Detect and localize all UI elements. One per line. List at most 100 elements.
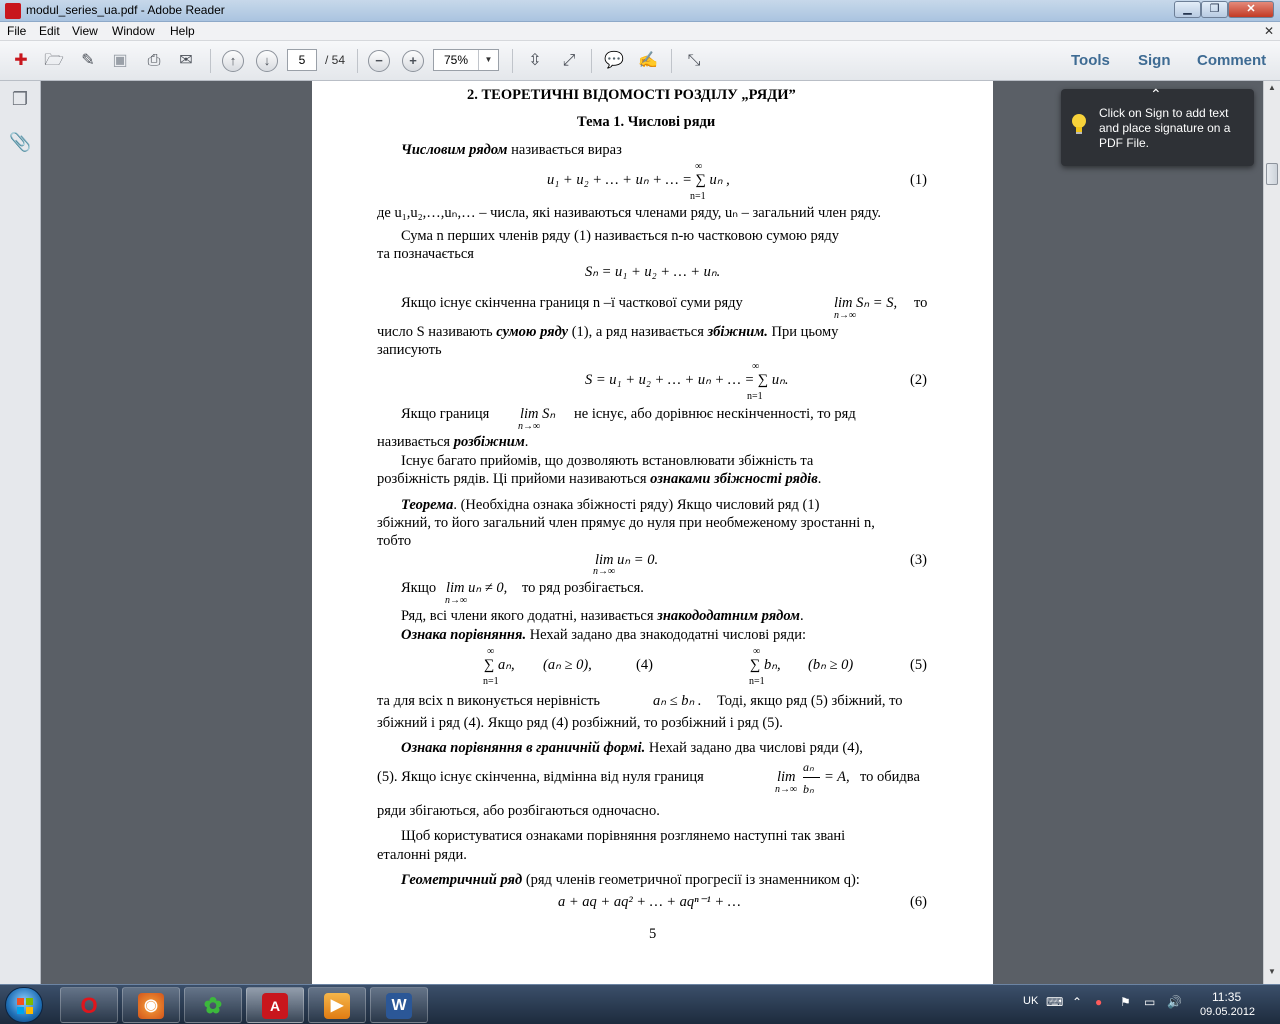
text: то <box>914 295 928 311</box>
taskbar-adobe-reader[interactable]: A <box>246 987 304 1023</box>
start-button[interactable] <box>5 987 43 1023</box>
taskbar-opera[interactable]: O <box>60 987 118 1023</box>
text: (ряд членів геометричної прогресії із зн… <box>522 872 860 888</box>
sum-lower-limit: n=1 <box>690 191 706 202</box>
menu-window[interactable]: Window <box>112 24 155 38</box>
previous-page-icon[interactable]: ↑ <box>222 50 244 72</box>
scroll-down-icon[interactable]: ▼ <box>1266 967 1278 981</box>
opera-icon: O <box>80 993 98 1018</box>
text: Ряд, всі члени якого додатні, називаєтьс… <box>401 608 658 624</box>
term: знакододатним рядом <box>657 608 800 624</box>
word-icon: W <box>386 993 412 1019</box>
title-bar: modul_series_ua.pdf - Adobe Reader ▁ ❐ ✕ <box>0 0 1280 22</box>
chevron-up-icon[interactable]: ⌃ <box>1072 995 1082 1009</box>
keyboard-icon[interactable]: ⌨ <box>1046 995 1063 1009</box>
close-button[interactable]: ✕ <box>1228 1 1274 18</box>
volume-icon[interactable]: 🔊 <box>1167 995 1182 1009</box>
equation-number: (5) <box>910 657 927 673</box>
create-pdf-icon[interactable]: ✚ <box>9 50 33 72</box>
fit-width-icon[interactable]: ⤢ <box>557 50 581 72</box>
menu-help[interactable]: Help <box>170 24 195 38</box>
menu-edit[interactable]: Edit <box>39 24 60 38</box>
topic-heading: Тема 1. Числові ряди <box>577 114 716 130</box>
text: . (Необхідна ознака збіжності ряду) Якщо… <box>453 497 820 513</box>
fit-page-icon[interactable]: ⇳ <box>523 50 547 72</box>
paragraph-9: Ряд, всі члени якого додатні, називаєтьс… <box>401 608 804 625</box>
fraction-bar <box>803 777 820 778</box>
minimize-button[interactable]: ▁ <box>1174 1 1201 18</box>
sign-button[interactable]: Sign <box>1138 52 1171 69</box>
clock-date[interactable]: 09.05.2012 <box>1200 1006 1255 1018</box>
paragraph-13-line-1: Щоб користуватися ознаками порівняння ро… <box>401 828 846 844</box>
vertical-scrollbar[interactable]: ▲ ▼ <box>1263 81 1280 984</box>
paragraph-6-line-1: Існує багато прийомів, що дозволяють вст… <box>401 453 814 469</box>
text: . <box>817 471 822 487</box>
print-icon[interactable]: ⎙ <box>142 50 166 72</box>
lightbulb-icon <box>1072 114 1086 134</box>
equation-1: u₁ + u₂ + … + uₙ + … = ∑ uₙ , <box>547 172 730 188</box>
icq-flower-icon: ✿ <box>203 993 223 1018</box>
taskbar-media-player[interactable]: ▶ <box>308 987 366 1023</box>
action-center-flag-icon[interactable]: ⚑ <box>1120 995 1131 1009</box>
clock-time[interactable]: 11:35 <box>1212 990 1241 1004</box>
taskbar: O ◉ ✿ A ▶ W <box>0 984 1280 1024</box>
taskbar-firefox[interactable]: ◉ <box>122 987 180 1023</box>
term: ознаками збіжності рядів <box>650 471 818 487</box>
zoom-out-icon[interactable]: − <box>368 50 390 72</box>
page-thumbnails-icon[interactable]: ❐ <box>9 89 31 113</box>
paragraph-13-line-2: еталонні ряди. <box>377 847 467 863</box>
tooltip-text: Click on Sign to add text and place sign… <box>1099 106 1231 150</box>
section-heading: 2. ТЕОРЕТИЧНІ ВІДОМОСТІ РОЗДІЛУ „РЯДИ” <box>467 87 796 103</box>
text: та для всіх n виконується нерівність <box>377 693 601 709</box>
save-icon[interactable]: ▣ <box>108 50 132 72</box>
paragraph-1: Числовим рядом називається вираз <box>401 142 622 159</box>
attachments-icon[interactable]: 📎 <box>9 132 31 156</box>
taskbar-icq[interactable]: ✿ <box>184 987 242 1023</box>
sum-lower-limit: n=1 <box>483 676 499 687</box>
menu-file[interactable]: File <box>7 24 26 38</box>
equation-4-condition: (aₙ ≥ 0), <box>543 657 592 673</box>
paragraph-5-line-2: називається розбіжним. <box>377 434 528 451</box>
toolbar-separator <box>512 49 513 73</box>
next-page-icon[interactable]: ↓ <box>256 50 278 72</box>
firefox-icon: ◉ <box>138 993 164 1019</box>
limit-value: = A, <box>824 769 850 785</box>
text: (1), а ряд називається <box>568 324 708 340</box>
paragraph-7-line-1: Теорема. (Необхідна ознака збіжності ряд… <box>401 497 819 514</box>
restore-button[interactable]: ❐ <box>1201 1 1228 18</box>
paragraph-6-line-2: розбіжність рядів. Ці прийоми називаютьс… <box>377 471 821 488</box>
edit-document-icon[interactable]: ✎ <box>76 50 100 72</box>
menu-view[interactable]: View <box>72 24 98 38</box>
chevron-down-icon[interactable]: ▼ <box>478 50 498 70</box>
page-number-input[interactable]: 5 <box>287 49 317 71</box>
sum-upper-limit: ∞ <box>752 361 760 372</box>
text: Якщо <box>401 580 437 596</box>
scrollbar-thumb[interactable] <box>1266 163 1278 185</box>
full-screen-icon[interactable]: ⤡ <box>682 50 706 72</box>
comment-button[interactable]: Comment <box>1197 52 1266 69</box>
antivirus-icon[interactable]: ● <box>1095 995 1102 1009</box>
scroll-up-icon[interactable]: ▲ <box>1266 83 1278 97</box>
menu-bar: File Edit View Window Help ✕ <box>0 22 1280 41</box>
tools-button[interactable]: Tools <box>1071 52 1110 69</box>
paragraph-12-line-3: ряди збігаються, або розбігаються одноча… <box>377 803 660 819</box>
term: сумою ряду <box>496 324 569 340</box>
network-icon[interactable]: ▭ <box>1144 995 1155 1009</box>
term: Геометричний ряд <box>401 872 523 888</box>
equation-5-condition: (bₙ ≥ 0) <box>808 657 854 673</box>
zoom-in-icon[interactable]: + <box>402 50 424 72</box>
highlight-icon[interactable]: ✍ <box>636 50 660 72</box>
zoom-select[interactable]: 75% ▼ <box>433 49 499 71</box>
open-file-icon[interactable]: 🗁 <box>42 50 66 72</box>
sticky-note-icon[interactable]: 💬 <box>602 50 626 72</box>
term: збіжним. <box>707 324 768 340</box>
taskbar-word[interactable]: W <box>370 987 428 1023</box>
paragraph-12: Ознака порівняння в граничній формі. Нех… <box>401 740 863 757</box>
language-indicator[interactable]: UK <box>1023 995 1038 1007</box>
email-icon[interactable]: ✉ <box>174 50 198 72</box>
text: . <box>799 608 804 624</box>
fraction-denominator: bₙ <box>803 782 814 796</box>
close-document-icon[interactable]: ✕ <box>1264 24 1274 38</box>
inequality: aₙ ≤ bₙ . <box>653 693 702 709</box>
adobe-reader-icon <box>5 3 21 19</box>
